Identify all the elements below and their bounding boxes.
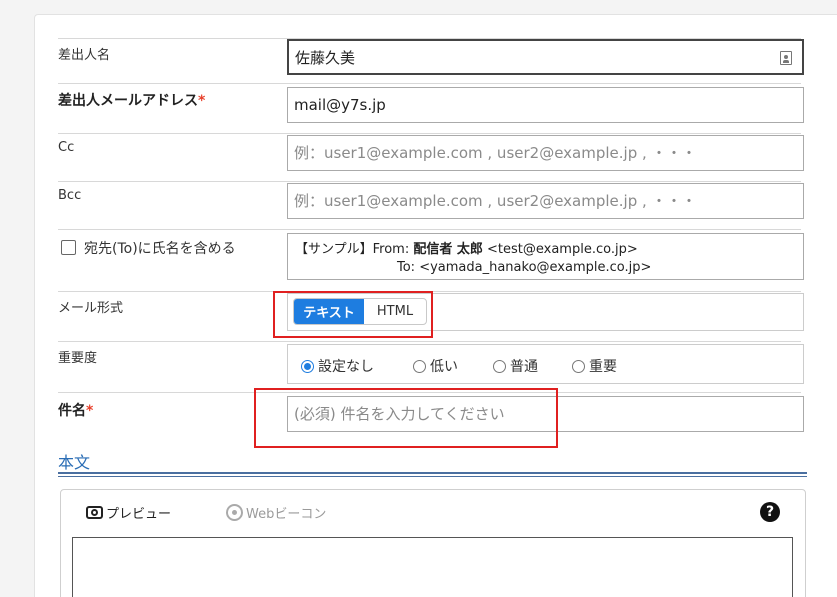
priority-normal-radio[interactable]: 普通 [493,356,538,376]
preview-button[interactable]: プレビュー [86,503,171,522]
sender-name-input[interactable] [289,41,802,73]
sender-email-field[interactable] [287,87,804,123]
highlight-box [254,388,558,448]
divider [58,133,801,134]
sender-email-label: 差出人メールアドレス* [58,93,206,109]
highlight-box [273,291,433,338]
sender-name-label: 差出人名 [58,48,111,63]
priority-low-radio[interactable]: 低い [413,356,458,376]
body-section-title: 本文 [58,453,91,472]
sender-email-input[interactable] [288,88,803,122]
required-mark: * [86,403,94,419]
radio-icon[interactable] [493,359,506,373]
help-icon[interactable]: ? [760,502,780,522]
sample-preview: 【サンプル】From: 配信者 太郎 <test@example.co.jp> … [287,233,804,280]
radio-icon[interactable] [572,359,585,373]
radio-icon[interactable] [413,359,426,373]
sample-from-line: 【サンプル】From: 配信者 太郎 <test@example.co.jp> [295,242,638,257]
sample-to-line: To: <yamada_hanako@example.co.jp> [397,260,652,275]
web-beacon-button[interactable]: Webビーコン [226,503,326,522]
mail-format-label: メール形式 [58,301,124,316]
section-divider [58,476,807,477]
body-textarea[interactable] [72,537,793,597]
required-mark: * [198,93,206,109]
cc-field[interactable] [287,135,804,171]
divider [58,181,801,182]
radio-selected-icon[interactable] [301,359,314,373]
priority-none-radio[interactable]: 設定なし [301,356,374,376]
include-name-checkbox[interactable] [61,240,76,255]
beacon-icon [226,504,243,521]
subject-label: 件名* [58,403,94,419]
sender-name-field[interactable] [287,39,804,75]
divider [58,83,801,84]
eye-icon [86,506,103,519]
priority-high-radio[interactable]: 重要 [572,356,617,376]
section-divider [58,472,807,474]
divider [58,341,801,342]
include-name-label[interactable]: 宛先(To)に氏名を含める [84,238,236,258]
divider [58,229,801,230]
bcc-field[interactable] [287,183,804,219]
cc-input[interactable] [288,136,803,170]
bcc-input[interactable] [288,184,803,218]
priority-label: 重要度 [58,351,98,366]
contact-card-icon[interactable] [780,51,792,65]
cc-label: Cc [58,140,75,155]
bcc-label: Bcc [58,188,82,203]
